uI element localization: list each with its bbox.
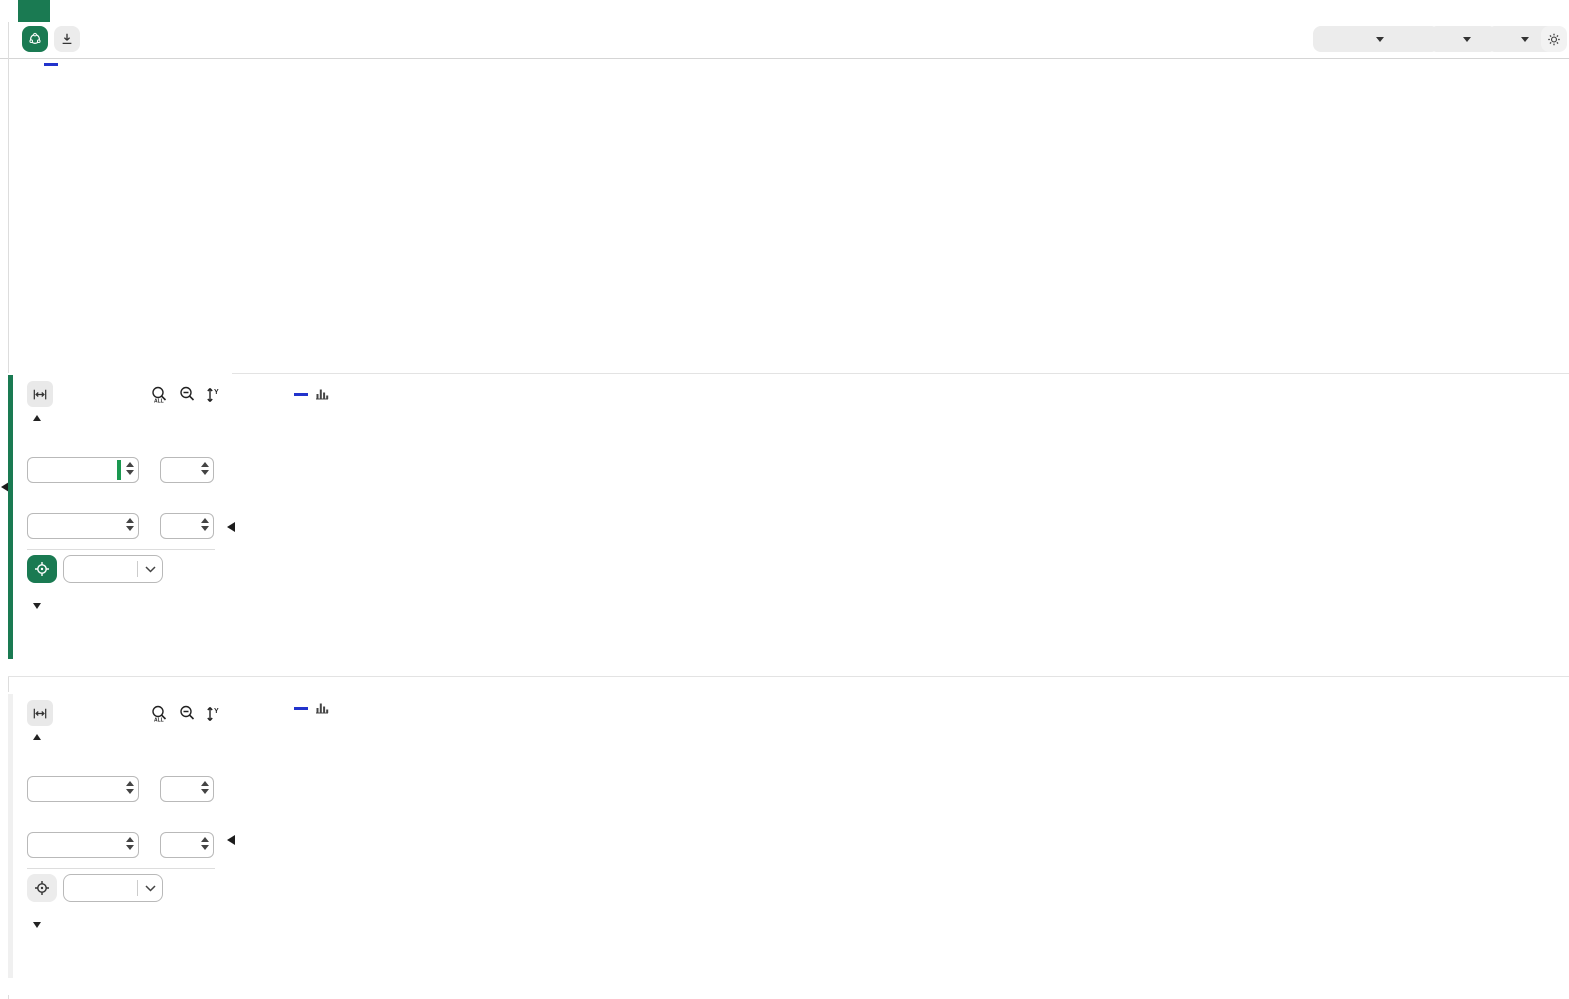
h1-count-stepper[interactable]: [201, 462, 209, 475]
axis-settings-section-header[interactable]: [33, 603, 50, 609]
sideband-count-stepper[interactable]: [201, 837, 209, 850]
toolbar: [0, 22, 1569, 59]
chevron-down-icon: [1521, 37, 1529, 42]
tolerance-dropdown[interactable]: [63, 874, 163, 902]
sideband-order-input[interactable]: [28, 514, 138, 538]
collapse-down-icon: [33, 603, 41, 609]
h1-order-field: [27, 776, 139, 802]
chevron-down-icon: [1376, 37, 1384, 42]
collapse-up-icon: [33, 415, 41, 421]
zoom-out-icon[interactable]: [179, 386, 196, 404]
autoscale-y-icon[interactable]: Y: [205, 705, 221, 723]
panel-divider: [27, 549, 215, 550]
sideband-order-field: [27, 513, 139, 539]
sideband-order-stepper[interactable]: [126, 518, 134, 531]
app: { "window": {"tab_title": "M1: 2025-05-0…: [0, 0, 1569, 999]
sideband-count-stepper[interactable]: [201, 518, 209, 531]
h1-order-stepper[interactable]: [126, 462, 134, 475]
chevron-down-icon: [138, 885, 162, 892]
sideband-order-stepper[interactable]: [126, 837, 134, 850]
sideband-count-field: [160, 832, 214, 858]
autoscale-y-icon[interactable]: Y: [205, 386, 221, 404]
crosshair-icon: [34, 880, 50, 896]
velocity-spectrum-chart[interactable]: [232, 676, 1569, 999]
tab-bar: [0, 0, 1569, 23]
h1-count-field: [160, 776, 214, 802]
collapse-down-icon: [33, 922, 41, 928]
svg-text:ALL: ALL: [154, 718, 164, 723]
peak-search-button[interactable]: [27, 874, 57, 902]
crosshair-icon: [34, 561, 50, 577]
fit-width-button[interactable]: [27, 381, 53, 407]
fit-width-button[interactable]: [27, 700, 53, 726]
active-panel-indicator: [8, 375, 13, 659]
h1-order-field: [27, 457, 139, 483]
measurement-tab[interactable]: [18, 0, 50, 22]
svg-text:Y: Y: [214, 708, 219, 715]
sideband-order-input[interactable]: [28, 833, 138, 857]
settings-button[interactable]: [1541, 26, 1567, 52]
zoom-all-icon[interactable]: ALL: [150, 705, 170, 723]
axis-settings-section-header[interactable]: [33, 922, 50, 928]
h1-count-stepper[interactable]: [201, 781, 209, 794]
chevron-down-icon: [138, 566, 162, 573]
polar-chart[interactable]: [8, 58, 1569, 373]
download-button[interactable]: [54, 26, 80, 52]
tolerance-dropdown[interactable]: [63, 555, 163, 583]
harmonic-marker-panel-velocity: ALL Y: [8, 692, 232, 995]
harmonic-marker-panel-acceleration: ALL Y: [8, 373, 232, 676]
harmonic-marker-section-header[interactable]: [33, 734, 50, 740]
h1-order-stepper[interactable]: [126, 781, 134, 794]
inactive-panel-indicator: [8, 694, 13, 978]
analysis-icon: [28, 31, 42, 47]
chevron-down-icon: [1463, 37, 1471, 42]
h1-count-field: [160, 457, 214, 483]
collapse-up-icon: [33, 734, 41, 740]
analysis-app-button[interactable]: [22, 26, 48, 52]
h1-order-input[interactable]: [28, 777, 138, 801]
sideband-order-field: [27, 832, 139, 858]
sideband-count-field: [160, 513, 214, 539]
gear-icon: [1547, 31, 1561, 48]
peak-search-button[interactable]: [27, 555, 57, 583]
h1-order-input[interactable]: [28, 458, 138, 482]
harmonic-marker-section-header[interactable]: [33, 415, 50, 421]
zoom-all-icon[interactable]: ALL: [150, 386, 170, 404]
text-cursor: [117, 460, 121, 480]
select-analysis-button[interactable]: [1313, 26, 1439, 52]
zoom-out-icon[interactable]: [179, 705, 196, 723]
fit-width-icon: [33, 388, 47, 401]
svg-text:ALL: ALL: [154, 399, 164, 404]
svg-text:Y: Y: [214, 389, 219, 396]
panel-divider: [27, 868, 215, 869]
acceleration-spectrum-chart[interactable]: [232, 373, 1569, 676]
download-icon: [60, 31, 74, 47]
fit-width-icon: [33, 707, 47, 720]
